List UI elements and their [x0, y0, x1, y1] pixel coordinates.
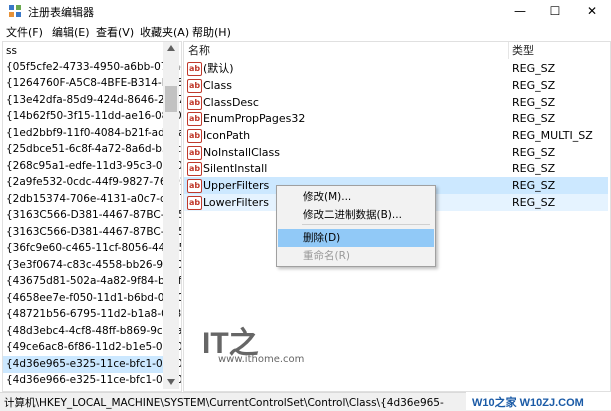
- value-name: Class: [203, 79, 232, 92]
- menu-item-delete[interactable]: 删除(D): [278, 229, 434, 247]
- value-row[interactable]: ab NoInstallClass REG_SZ: [184, 144, 608, 161]
- tree-item[interactable]: {36fc9e60-c465-11cf-8056-444553: [6, 240, 181, 257]
- tree-item-selected[interactable]: {4d36e965-e325-11ce-bfc1-08002: [3, 356, 181, 373]
- value-row[interactable]: ab Class REG_SZ: [184, 77, 608, 94]
- scroll-down-icon[interactable]: [166, 378, 176, 386]
- value-row[interactable]: ab IconPath REG_MULTI_SZ: [184, 127, 608, 144]
- maximize-button[interactable]: ☐: [538, 0, 572, 22]
- value-type: REG_SZ: [512, 146, 556, 159]
- value-name: (默认): [203, 62, 234, 75]
- tree-item[interactable]: {48d3ebc4-4cf8-48ff-b869-9c68ac: [6, 323, 181, 340]
- menu-view[interactable]: 查看(V): [96, 24, 134, 40]
- scroll-up-icon[interactable]: [166, 44, 176, 52]
- ithome-watermark-url: www.ithome.com: [218, 354, 305, 365]
- tree-item[interactable]: {48721b56-6795-11d2-b1a8-0080: [6, 306, 181, 323]
- menu-bar: [0, 22, 611, 40]
- string-value-icon: ab: [187, 112, 202, 126]
- menu-item-modify-binary[interactable]: 修改二进制数据(B)...: [278, 206, 434, 224]
- tree-item[interactable]: {13e42dfa-85d9-424d-8646-28a7(: [6, 92, 181, 109]
- tree-item[interactable]: {05f5cfe2-4733-4950-a6bb-07aad: [6, 59, 181, 76]
- tree-item[interactable]: ss: [6, 43, 17, 60]
- menu-favorites[interactable]: 收藏夹(A): [140, 24, 189, 40]
- value-type: REG_MULTI_SZ: [512, 129, 593, 142]
- value-name: NoInstallClass: [203, 146, 281, 159]
- string-value-icon: ab: [187, 96, 202, 110]
- column-divider[interactable]: [508, 42, 509, 59]
- tree-item[interactable]: {14b62f50-3f15-11dd-ae16-08002: [6, 108, 181, 125]
- tree-item[interactable]: {49ce6ac8-6f86-11d2-b1e5-0080c: [6, 339, 181, 356]
- value-row[interactable]: ab EnumPropPages32 REG_SZ: [184, 110, 608, 127]
- tree-item[interactable]: {3163C566-D381-4467-87BC-A65A: [6, 224, 181, 241]
- menu-item-rename: 重命名(R): [303, 250, 350, 262]
- string-value-icon: ab: [187, 62, 202, 76]
- value-type: REG_SZ: [512, 179, 556, 192]
- tree-item[interactable]: {3e3f0674-c83c-4558-bb26-9820e: [6, 257, 181, 274]
- tree-item[interactable]: {43675d81-502a-4a82-9f84-b75f4: [6, 273, 181, 290]
- menu-edit[interactable]: 编辑(E): [52, 24, 90, 40]
- tree-item[interactable]: {3163C566-D381-4467-87BC-A65A: [6, 207, 181, 224]
- value-name: EnumPropPages32: [203, 112, 306, 125]
- value-type: REG_SZ: [512, 96, 556, 109]
- value-row[interactable]: ab SilentInstall REG_SZ: [184, 160, 608, 177]
- key-tree[interactable]: ss {05f5cfe2-4733-4950-a6bb-07aad {12647…: [2, 41, 182, 392]
- site-badge-text: W10之家 W10ZJ.COM: [472, 397, 584, 409]
- tree-item[interactable]: {2db15374-706e-4131-a0c7-d7c78: [6, 191, 181, 208]
- tree-item[interactable]: {1ed2bbf9-11f0-4084-b21f-ad83a: [6, 125, 181, 142]
- value-name: SilentInstall: [203, 162, 268, 175]
- value-name: UpperFilters: [203, 179, 270, 192]
- menu-file[interactable]: 文件(F): [6, 24, 43, 40]
- menu-help[interactable]: 帮助(H): [192, 24, 231, 40]
- window-title: 注册表编辑器: [28, 6, 94, 19]
- string-value-icon: ab: [187, 196, 202, 210]
- value-type: REG_SZ: [512, 79, 556, 92]
- value-name: IconPath: [203, 129, 251, 142]
- column-header-name[interactable]: 名称: [188, 42, 210, 59]
- tree-item[interactable]: {268c95a1-edfe-11d3-95c3-0010d: [6, 158, 181, 175]
- value-type: REG_SZ: [512, 112, 556, 125]
- value-type: REG_SZ: [512, 196, 556, 209]
- tree-scroll-thumb[interactable]: [165, 86, 177, 112]
- value-row[interactable]: ab ClassDesc REG_SZ: [184, 94, 608, 111]
- value-name: ClassDesc: [203, 96, 259, 109]
- regedit-app-icon: [9, 5, 21, 17]
- string-value-icon: ab: [187, 146, 202, 160]
- value-type: REG_SZ: [512, 162, 556, 175]
- string-value-icon: ab: [187, 129, 202, 143]
- string-value-icon: ab: [187, 162, 202, 176]
- tree-item[interactable]: {4d36e966-e325-11ce-bfc1-08002: [6, 372, 181, 389]
- minimize-button[interactable]: —: [503, 0, 537, 22]
- context-menu: 修改(M)... 修改二进制数据(B)... 删除(D) 重命名(R): [276, 185, 436, 267]
- value-name: LowerFilters: [203, 196, 269, 209]
- tree-item[interactable]: {2a9fe532-0cdc-44f9-9827-76192f: [6, 174, 181, 191]
- column-header-type[interactable]: 类型: [512, 42, 534, 59]
- menu-item-modify[interactable]: 修改(M)...: [278, 188, 434, 206]
- tree-item[interactable]: {4658ee7e-f050-11d1-b6bd-00c04: [6, 290, 181, 307]
- context-menu-separator: [302, 224, 430, 225]
- tree-item[interactable]: {1264760F-A5C8-4BFE-B314-D56A: [6, 75, 181, 92]
- status-path: 计算机\HKEY_LOCAL_MACHINE\SYSTEM\CurrentCon…: [4, 397, 444, 409]
- close-button[interactable]: ✕: [575, 0, 609, 22]
- value-type: REG_SZ: [512, 62, 556, 75]
- value-row[interactable]: ab (默认) REG_SZ: [184, 60, 608, 77]
- string-value-icon: ab: [187, 79, 202, 93]
- string-value-icon: ab: [187, 179, 202, 193]
- tree-item[interactable]: {25dbce51-6c8f-4a72-8a6d-b54c2: [6, 141, 181, 158]
